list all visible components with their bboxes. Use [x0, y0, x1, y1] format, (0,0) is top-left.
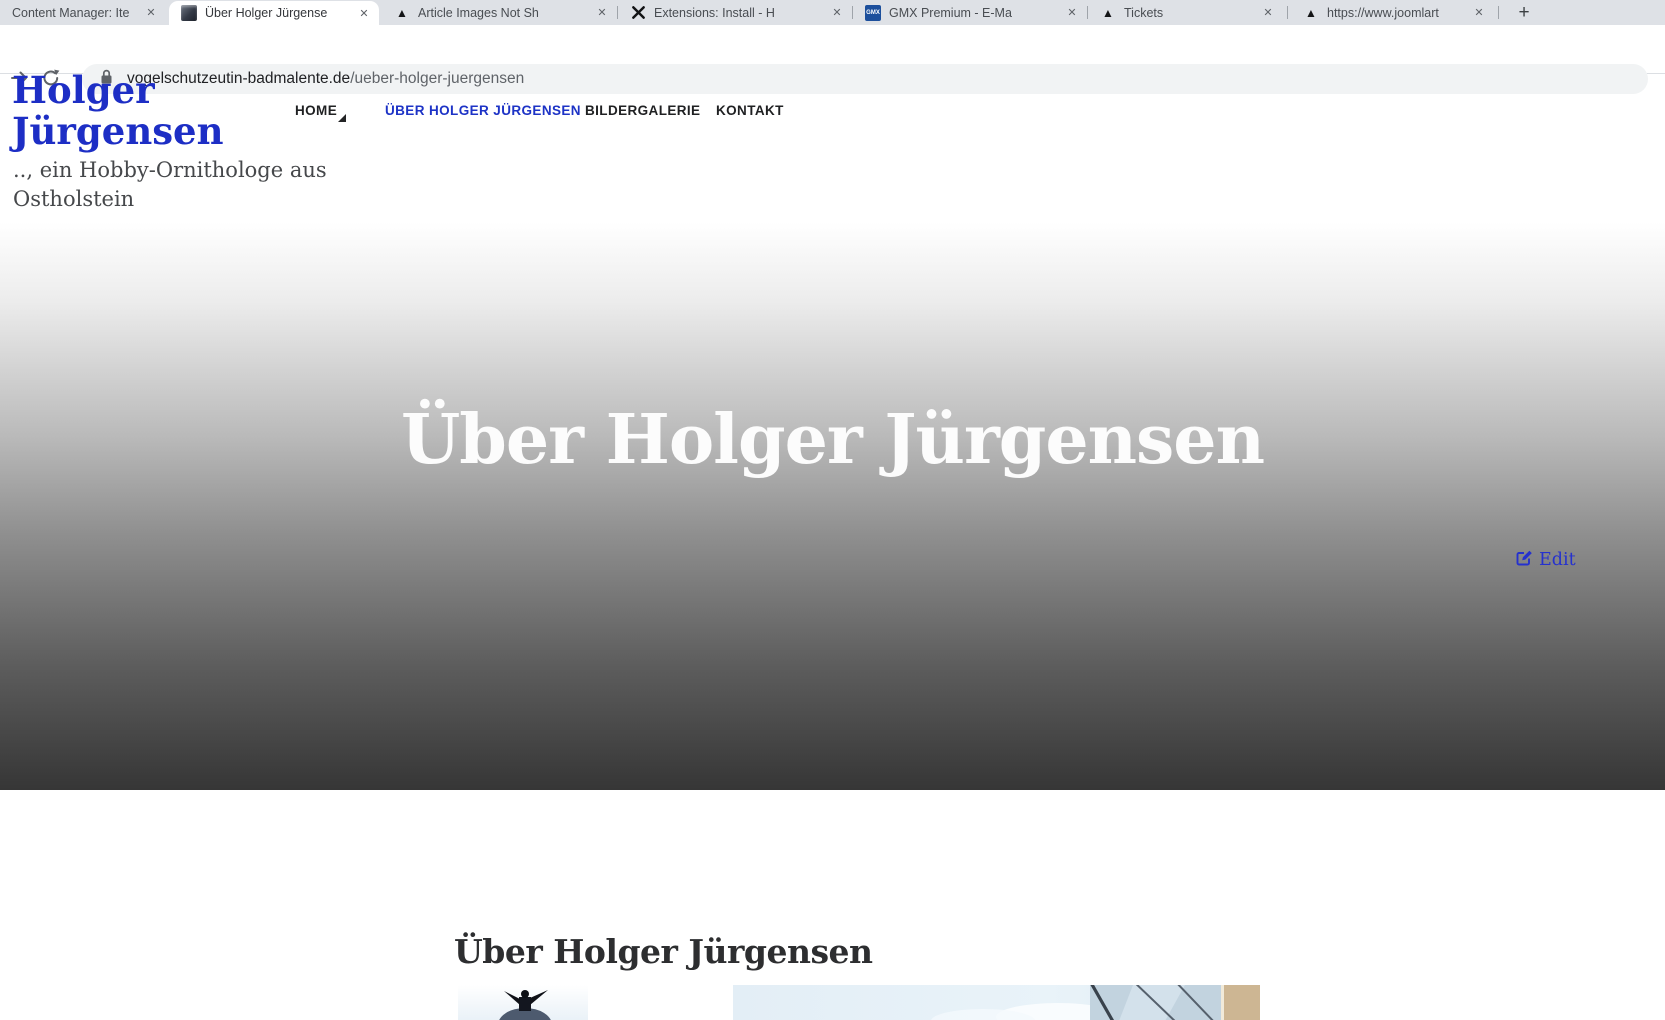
tab-content-manager[interactable]: Content Manager: Ite ✕ [0, 0, 166, 25]
article-image-statue [458, 985, 588, 1020]
tab-close-icon[interactable]: ✕ [1259, 4, 1277, 22]
url-path: /ueber-holger-juergensen [350, 70, 525, 87]
tab-tickets[interactable]: ▲ Tickets ✕ [1088, 0, 1283, 25]
site-title-line1: Holger [12, 68, 155, 112]
tab-title: Über Holger Jürgense [205, 6, 328, 20]
tab-close-icon[interactable]: ✕ [828, 4, 846, 22]
nav-item-kontakt[interactable]: KONTAKT [716, 103, 784, 118]
tab-joomlart[interactable]: ▲ https://www.joomlart ✕ [1291, 0, 1494, 25]
tab-separator [1287, 6, 1288, 19]
tab-title: https://www.joomlart [1327, 5, 1439, 20]
tab-title: GMX Premium - E-Ma [889, 5, 1012, 20]
new-tab-button[interactable]: + [1508, 0, 1540, 25]
tab-close-icon[interactable]: ✕ [355, 4, 373, 22]
site-tagline: .., ein Hobby-Ornithologe aus Ostholstei… [13, 158, 327, 211]
tab-title: Tickets [1124, 5, 1164, 20]
joomlart-triangle-icon: ▲ [1102, 5, 1114, 20]
tab-separator [617, 6, 618, 19]
article-image-building [733, 985, 1260, 1020]
tab-separator [1087, 6, 1088, 19]
site-title[interactable]: Holger Jürgensen [12, 70, 224, 152]
edit-label: Edit [1539, 550, 1576, 570]
address-bar[interactable]: vogelschutzeutin-badmalente.de/ueber-hol… [82, 64, 1648, 94]
hero-banner: Über Holger Jürgensen [0, 222, 1665, 790]
joomlart-triangle-icon: ▲ [396, 5, 408, 20]
nav-item-bildergalerie[interactable]: BILDERGALERIE [585, 103, 700, 118]
tab-separator [852, 6, 853, 19]
edit-link[interactable]: Edit [1516, 549, 1576, 571]
tab-title: Extensions: Install - H [654, 5, 775, 20]
site-title-line2: Jürgensen [12, 109, 224, 153]
hero-page-title: Über Holger Jürgensen [400, 400, 1265, 480]
tab-close-icon[interactable]: ✕ [593, 4, 611, 22]
tab-gmx-premium[interactable]: GMX GMX Premium - E-Ma ✕ [853, 0, 1087, 25]
tab-close-icon[interactable]: ✕ [1470, 4, 1488, 22]
browser-window: Content Manager: Ite ✕ Über Holger Jürge… [0, 0, 1665, 1020]
tab-ueber-holger-juergensen[interactable]: Über Holger Jürgense ✕ [169, 1, 379, 25]
tab-strip: Content Manager: Ite ✕ Über Holger Jürge… [0, 0, 1665, 25]
nav-item-home[interactable]: HOME [295, 103, 337, 118]
gmx-icon: GMX [865, 4, 881, 21]
article-heading: Über Holger Jürgensen [454, 932, 873, 971]
browser-toolbar: vogelschutzeutin-badmalente.de/ueber-hol… [0, 25, 1665, 94]
tab-close-icon[interactable]: ✕ [1063, 4, 1081, 22]
nav-item-ueber-holger-juergensen[interactable]: ÜBER HOLGER JÜRGENSEN [385, 103, 581, 118]
tab-article-images[interactable]: ▲ Article Images Not Sh ✕ [382, 0, 617, 25]
tab-close-icon[interactable]: ✕ [142, 4, 160, 22]
tab-separator [1498, 6, 1499, 19]
tab-title: Content Manager: Ite [12, 5, 130, 20]
site-favicon-image [181, 5, 197, 21]
joomla-icon [630, 5, 646, 21]
dropdown-caret-icon [338, 114, 346, 122]
joomlart-triangle-icon: ▲ [1305, 5, 1317, 20]
tab-extensions-install[interactable]: Extensions: Install - H ✕ [618, 0, 852, 25]
tab-title: Article Images Not Sh [418, 5, 539, 20]
edit-icon [1516, 549, 1533, 571]
